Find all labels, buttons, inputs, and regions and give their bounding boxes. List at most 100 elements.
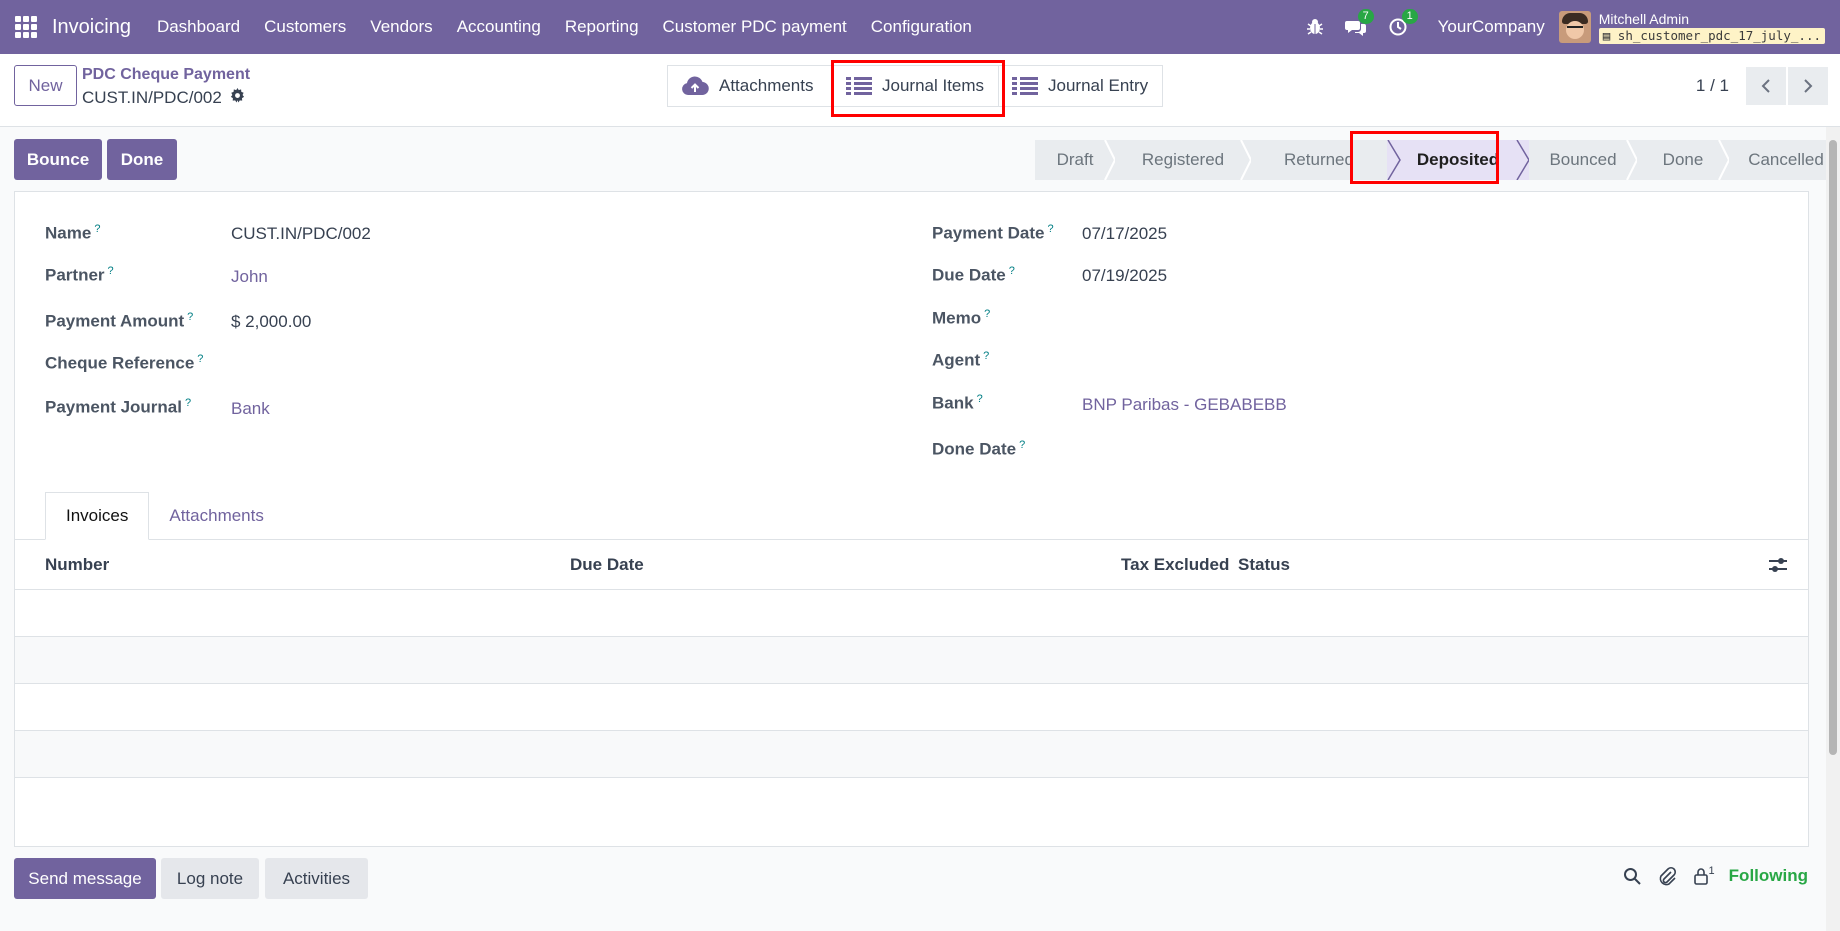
menu-vendors[interactable]: Vendors	[370, 17, 432, 37]
stage-draft-label: Draft	[1056, 150, 1094, 169]
activities-button[interactable]: Activities	[265, 858, 368, 899]
menu-reporting[interactable]: Reporting	[565, 17, 639, 37]
pager-value[interactable]: 1 / 1	[1696, 76, 1729, 96]
cheque-reference-input[interactable]	[231, 353, 831, 375]
search-messages-button[interactable]	[1623, 867, 1641, 885]
stage-registered-label: Registered	[1141, 150, 1225, 169]
control-panel: New PDC Cheque Payment CUST.IN/PDC/002 A…	[0, 54, 1840, 127]
scrollbar-thumb[interactable]	[1829, 140, 1837, 755]
apps-menu-icon[interactable]	[15, 16, 37, 38]
attachments-smart-button[interactable]: Attachments	[667, 65, 833, 107]
payment-date-value[interactable]: 07/17/2025	[1082, 224, 1167, 244]
journal-items-smart-label: Journal Items	[882, 76, 985, 95]
tab-invoices[interactable]: Invoices	[45, 492, 150, 540]
journal-entry-smart-button[interactable]: Journal Entry	[999, 65, 1163, 107]
table-row	[15, 590, 1808, 637]
smart-buttons: Attachments Journal Items Journal Entry	[667, 65, 1163, 107]
done-date-input[interactable]	[1082, 439, 1682, 461]
stage-registered[interactable]: Registered	[1115, 140, 1252, 180]
help-icon: ?	[197, 353, 204, 365]
bank-value[interactable]: BNP Paribas - GEBABEBB	[1082, 395, 1287, 415]
table-row	[15, 684, 1808, 731]
memo-label: Memo?	[932, 308, 991, 328]
avatar[interactable]	[1558, 11, 1591, 43]
following-button[interactable]: Following	[1729, 866, 1808, 886]
journal-items-smart-button[interactable]: Journal Items	[833, 65, 999, 107]
cloud-upload-icon	[682, 76, 709, 96]
new-button[interactable]: New	[14, 65, 77, 106]
pager-previous-button[interactable]	[1746, 67, 1786, 105]
tab-attachments[interactable]: Attachments	[149, 492, 284, 540]
help-icon: ?	[983, 350, 990, 362]
column-number[interactable]: Number	[45, 555, 109, 575]
activity-clock-icon[interactable]: 1	[1389, 9, 1418, 36]
column-tax-excluded[interactable]: Tax Excluded	[1121, 555, 1229, 575]
send-message-button[interactable]: Send message	[14, 858, 156, 899]
name-label: Name?	[45, 223, 101, 243]
optional-columns-toggle[interactable]	[1768, 556, 1788, 579]
attachments-button[interactable]	[1657, 866, 1677, 886]
agent-label: Agent?	[932, 350, 990, 370]
cheque-reference-label: Cheque Reference?	[45, 353, 204, 373]
partner-value[interactable]: John	[231, 267, 268, 287]
menu-dashboard[interactable]: Dashboard	[157, 17, 240, 37]
chevron-right-icon	[1804, 79, 1813, 93]
breadcrumb-parent[interactable]: PDC Cheque Payment	[82, 66, 250, 84]
stage-returned[interactable]: Returned	[1251, 140, 1387, 180]
stage-cancelled[interactable]: Cancelled	[1729, 140, 1840, 180]
paperclip-icon	[1659, 866, 1676, 886]
database-name: ▤ sh_customer_pdc_17_july_...	[1598, 27, 1825, 44]
memo-input[interactable]	[1082, 308, 1682, 330]
bank-label: Bank?	[932, 393, 983, 413]
stage-returned-label: Returned	[1284, 150, 1354, 169]
stage-deposited[interactable]: Deposited	[1387, 140, 1530, 180]
page-scrollbar[interactable]	[1826, 127, 1840, 931]
company-switcher[interactable]: YourCompany	[1438, 17, 1545, 37]
help-icon: ?	[976, 393, 983, 405]
menu-configuration[interactable]: Configuration	[871, 17, 972, 37]
chevron-left-icon	[1761, 79, 1770, 93]
followers-button[interactable]: 1	[1693, 865, 1715, 885]
payment-date-label: Payment Date?	[932, 223, 1054, 243]
help-icon: ?	[1008, 265, 1015, 277]
name-value[interactable]: CUST.IN/PDC/002	[231, 224, 371, 244]
stage-done[interactable]: Done	[1637, 140, 1730, 180]
chatter-tools: 1 Following	[1607, 865, 1808, 886]
column-status[interactable]: Status	[1238, 555, 1290, 575]
bug-icon[interactable]	[1306, 18, 1323, 36]
stage-done-label: Done	[1662, 150, 1704, 169]
payment-journal-value[interactable]: Bank	[231, 399, 270, 419]
stage-cancelled-label: Cancelled	[1748, 150, 1824, 169]
stage-bounced[interactable]: Bounced	[1529, 140, 1638, 180]
stage-draft[interactable]: Draft	[1035, 140, 1116, 180]
menu-accounting[interactable]: Accounting	[457, 17, 541, 37]
chat-count-badge: 7	[1357, 9, 1374, 24]
invoices-table-header: Number Due Date Tax Excluded Status	[15, 540, 1808, 590]
top-navbar: Invoicing Dashboard Customers Vendors Ac…	[0, 0, 1840, 54]
bounce-button[interactable]: Bounce	[14, 139, 102, 180]
user-name: Mitchell Admin	[1598, 10, 1689, 27]
pager-next-button[interactable]	[1788, 67, 1828, 105]
user-lock-icon	[1693, 868, 1708, 885]
column-due-date[interactable]: Due Date	[570, 555, 644, 575]
gear-icon[interactable]	[230, 88, 245, 108]
chat-icon[interactable]: 7	[1344, 9, 1374, 36]
agent-input[interactable]	[1082, 350, 1682, 372]
notebook-tabs: Invoices Attachments	[45, 492, 284, 540]
breadcrumb: PDC Cheque Payment CUST.IN/PDC/002	[82, 66, 250, 108]
log-note-button[interactable]: Log note	[161, 858, 259, 899]
record-title: CUST.IN/PDC/002	[82, 88, 222, 107]
menu-customer-pdc-payment[interactable]: Customer PDC payment	[663, 17, 847, 37]
table-row	[15, 637, 1808, 684]
app-name[interactable]: Invoicing	[52, 16, 131, 39]
payment-amount-label: Payment Amount?	[45, 311, 194, 331]
pager: 1 / 1	[1696, 67, 1828, 105]
done-button[interactable]: Done	[107, 139, 177, 180]
help-icon: ?	[187, 311, 194, 323]
payment-amount-value[interactable]: $ 2,000.00	[231, 312, 311, 332]
table-row	[15, 731, 1808, 778]
activity-count-badge: 1	[1401, 9, 1418, 24]
due-date-value[interactable]: 07/19/2025	[1082, 266, 1167, 286]
user-menu[interactable]: Mitchell Admin ▤ sh_customer_pdc_17_july…	[1598, 10, 1825, 44]
menu-customers[interactable]: Customers	[264, 17, 346, 37]
